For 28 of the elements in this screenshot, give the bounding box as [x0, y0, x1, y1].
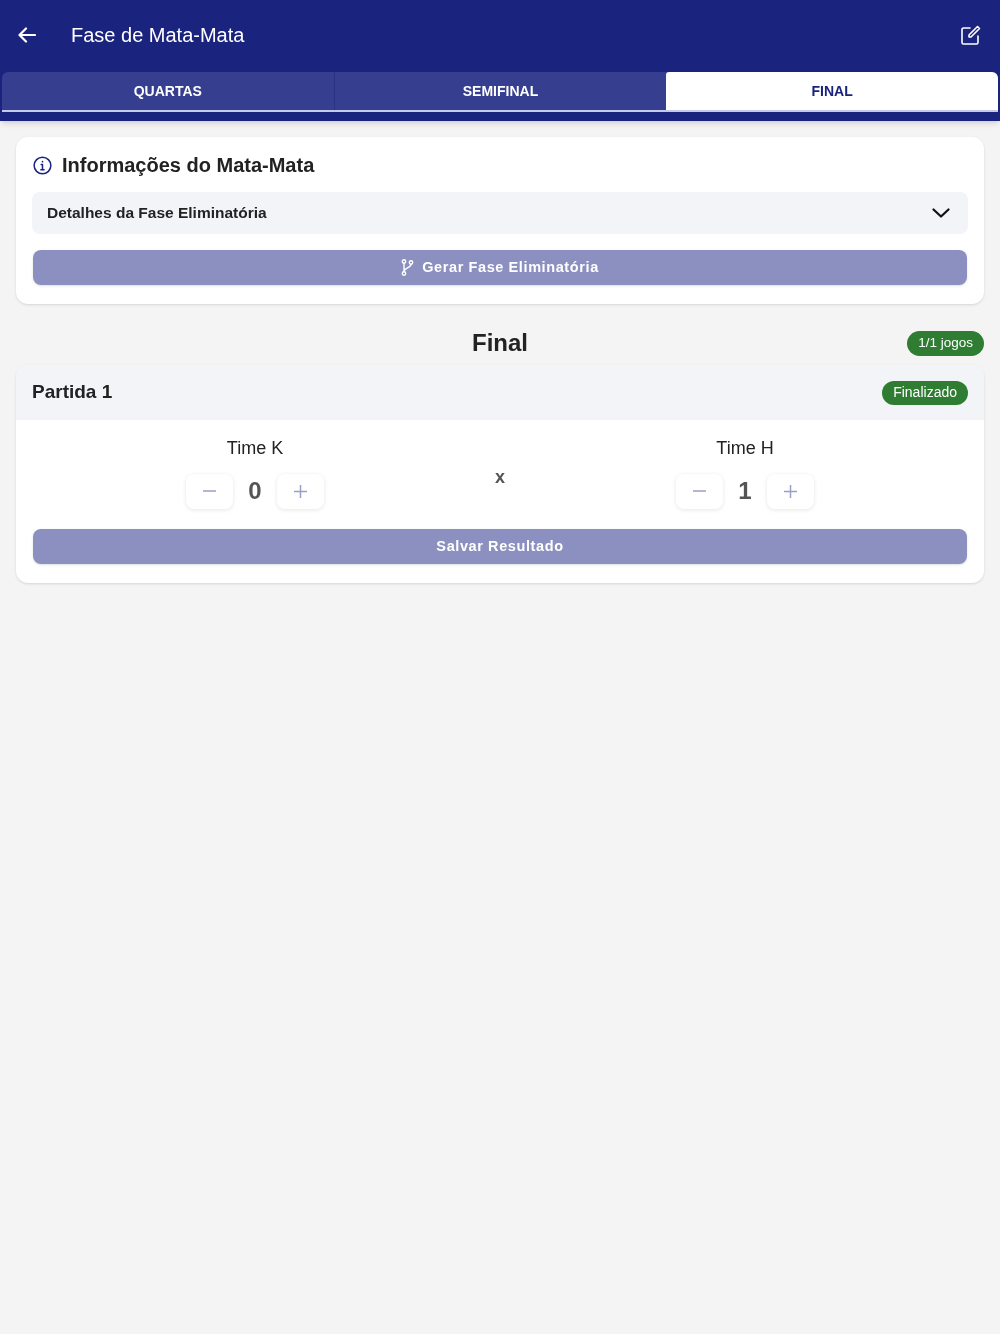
back-arrow-icon: [18, 27, 36, 43]
info-icon: [33, 155, 52, 175]
games-count-badge: 1/1 jogos: [907, 330, 984, 356]
minus-icon: [203, 490, 216, 492]
tab[interactable]: FINAL: [666, 72, 998, 110]
tab[interactable]: QUARTAS: [2, 72, 334, 110]
increment-button[interactable]: [767, 473, 814, 509]
score-value: 1: [737, 476, 753, 506]
team-name: Time H: [716, 438, 774, 458]
decrement-button[interactable]: [186, 473, 233, 509]
versus-label: x: [495, 466, 505, 486]
round-title: Final: [472, 328, 528, 358]
increment-button[interactable]: [277, 473, 324, 509]
plus-icon: [784, 484, 797, 498]
back-button[interactable]: [18, 27, 36, 43]
accordion-header[interactable]: Detalhes da Fase Eliminatória: [32, 192, 968, 234]
plus-icon: [294, 484, 307, 498]
team-name: Time K: [226, 438, 284, 458]
match-title: Partida 1: [32, 380, 113, 405]
score-value: 0: [247, 476, 263, 506]
page-title: Fase de Mata-Mata: [71, 23, 245, 48]
card-title: Informações do Mata-Mata: [62, 153, 315, 178]
edit-icon: [961, 25, 981, 45]
status-badge: Finalizado: [882, 380, 968, 405]
branch-icon: [401, 259, 415, 276]
edit-button[interactable]: [961, 25, 981, 45]
minus-icon: [693, 490, 706, 492]
decrement-button[interactable]: [676, 473, 723, 509]
